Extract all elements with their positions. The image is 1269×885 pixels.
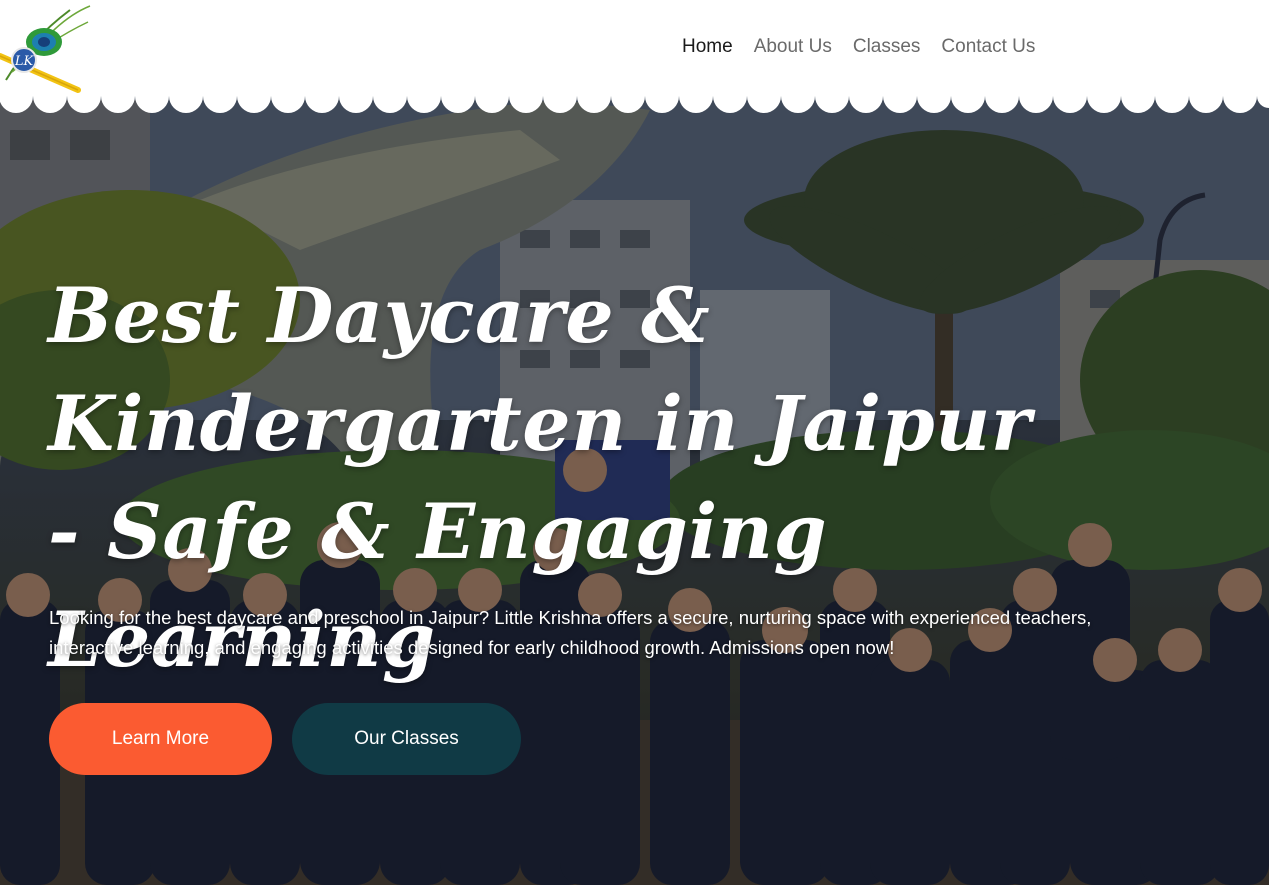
- hero-intro-text: Looking for the best daycare and prescho…: [49, 607, 1092, 658]
- site-header: [0, 0, 1269, 96]
- nav-item-classes[interactable]: Classes: [853, 34, 921, 60]
- learn-more-button[interactable]: Learn More: [49, 703, 272, 775]
- header-scallop-edge: [0, 90, 1269, 113]
- our-classes-button[interactable]: Our Classes: [292, 703, 521, 775]
- logo-monogram: LK: [14, 54, 35, 69]
- nav-item-about-us[interactable]: About Us: [754, 34, 832, 60]
- nav-item-contact-us[interactable]: Contact Us: [941, 34, 1035, 60]
- main-nav: Home About Us Classes Contact Us: [682, 34, 1035, 60]
- peacock-feather-flute-icon[interactable]: LK: [0, 0, 96, 96]
- nav-item-home[interactable]: Home: [682, 34, 733, 60]
